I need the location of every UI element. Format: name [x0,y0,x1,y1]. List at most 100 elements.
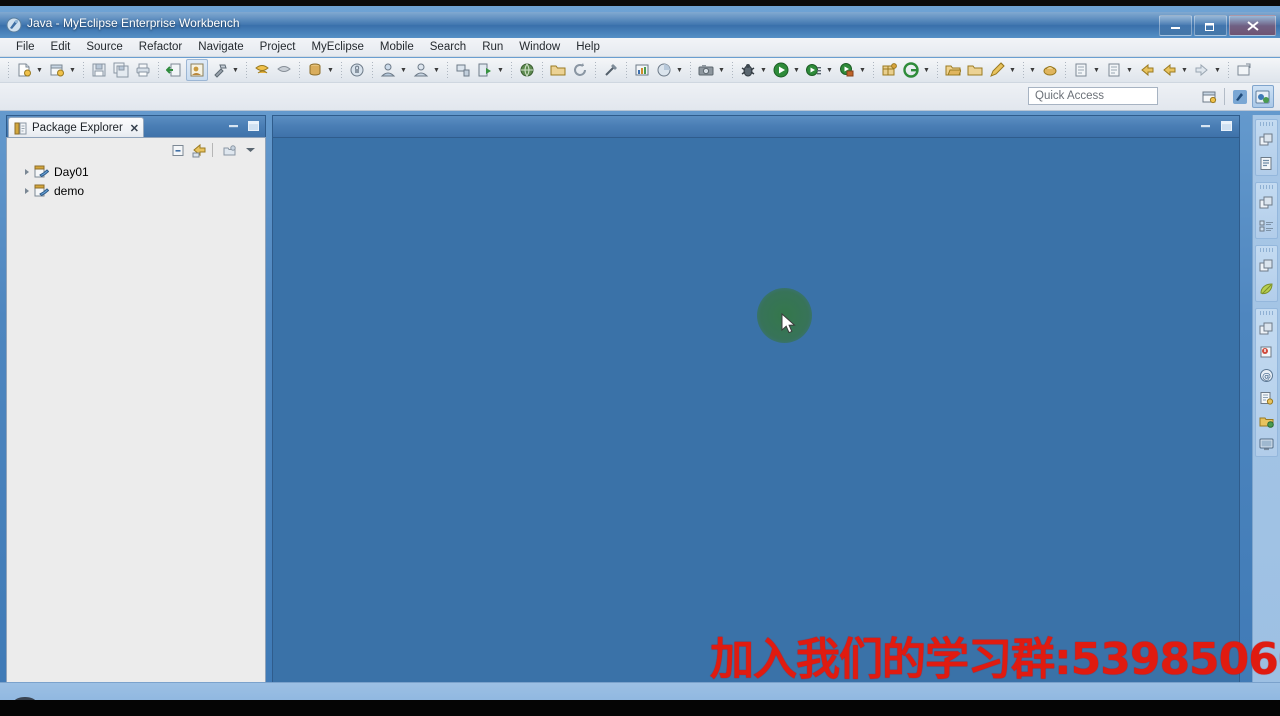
prev-anno-icon[interactable] [1104,60,1124,80]
minimize-icon[interactable] [227,119,240,137]
deploy-icon[interactable] [252,60,272,80]
user-alt-icon[interactable] [411,60,431,80]
menu-window[interactable]: Window [511,39,568,55]
print-icon[interactable] [133,60,153,80]
console-icon[interactable] [1257,434,1277,454]
drag-handle[interactable] [1259,311,1274,315]
chevron-down-icon[interactable]: ▼ [1092,60,1101,80]
chevron-down-icon[interactable]: ▼ [858,60,867,80]
generate-icon[interactable] [901,60,921,80]
menu-search[interactable]: Search [422,39,474,55]
chevron-down-icon[interactable]: ▼ [1125,60,1134,80]
camera-icon[interactable] [696,60,716,80]
run-config-icon[interactable] [804,60,824,80]
menu-mobile[interactable]: Mobile [372,39,422,55]
editor-icon[interactable] [186,59,208,81]
chevron-down-icon[interactable]: ▼ [399,60,408,80]
focus-icon[interactable] [220,141,238,159]
bug-icon[interactable] [738,60,758,80]
window-restore-button[interactable] [1194,15,1227,36]
save-icon[interactable] [89,60,109,80]
save-all-icon[interactable] [111,60,131,80]
package-icon[interactable] [879,60,899,80]
server-icon[interactable] [453,60,473,80]
perspective-java-button[interactable] [1252,85,1274,108]
chevron-down-icon[interactable]: ▼ [231,60,240,80]
window-minimize-button[interactable] [1159,15,1192,36]
maximize-icon[interactable] [1220,119,1233,137]
declaration-icon[interactable] [1257,388,1277,408]
chevron-down-icon[interactable]: ▼ [1028,60,1037,80]
secure-icon[interactable] [347,60,367,80]
new-project-icon[interactable] [47,60,67,80]
drag-handle[interactable] [1259,122,1274,126]
outline-icon[interactable] [1257,153,1277,173]
new-file-icon[interactable] [14,60,34,80]
menu-file[interactable]: File [8,39,43,55]
tab-package-explorer[interactable]: Package Explorer ✕ [8,117,144,138]
menu-run[interactable]: Run [474,39,511,55]
refresh-icon[interactable] [570,60,590,80]
leaf-icon[interactable] [1257,279,1277,299]
menu-edit[interactable]: Edit [43,39,79,55]
pencil-icon[interactable] [987,60,1007,80]
perspective-java-ee-button[interactable] [1230,86,1250,107]
globe-icon[interactable] [517,60,537,80]
folder-open-icon[interactable] [548,60,568,80]
servers-icon[interactable] [1257,411,1277,431]
chevron-down-icon[interactable]: ▼ [326,60,335,80]
menu-navigate[interactable]: Navigate [190,39,251,55]
chevron-down-icon[interactable]: ▼ [432,60,441,80]
chevron-right-icon[interactable] [21,187,32,194]
maximize-icon[interactable] [247,119,260,137]
chevron-right-icon[interactable] [21,168,32,175]
chevron-down-icon[interactable]: ▼ [792,60,801,80]
chevron-down-icon[interactable]: ▼ [922,60,931,80]
chevron-down-icon[interactable]: ▼ [1180,60,1189,80]
menu-refactor[interactable]: Refactor [131,39,190,55]
run-server-icon[interactable] [475,60,495,80]
report-icon[interactable] [632,60,652,80]
editor-canvas[interactable] [272,137,1240,683]
collapse-all-icon[interactable] [169,141,187,159]
profile-icon[interactable] [837,60,857,80]
close-icon[interactable]: ✕ [130,122,139,135]
next-anno-icon[interactable] [1071,60,1091,80]
link-editor-icon[interactable] [190,141,208,159]
run-icon[interactable] [771,60,791,80]
tools-icon[interactable] [1040,60,1060,80]
back-arrow-icon[interactable] [1137,60,1157,80]
chevron-down-icon[interactable]: ▼ [1213,60,1222,80]
undeploy-icon[interactable] [274,60,294,80]
search-input[interactable]: Quick Access [1028,87,1158,105]
menu-myeclipse[interactable]: MyEclipse [303,39,371,55]
view-menu-icon[interactable] [241,141,259,159]
chevron-down-icon[interactable]: ▼ [35,60,44,80]
chevron-down-icon[interactable]: ▼ [675,60,684,80]
next-edit-icon[interactable] [1192,60,1212,80]
chevron-down-icon[interactable]: ▼ [68,60,77,80]
restore-icon[interactable] [1257,193,1277,213]
open-folder2-icon[interactable] [965,60,985,80]
problems-icon[interactable] [1257,342,1277,362]
chevron-down-icon[interactable]: ▼ [825,60,834,80]
at-icon[interactable]: @ [1257,365,1277,385]
chevron-down-icon[interactable]: ▼ [717,60,726,80]
user-icon[interactable] [378,60,398,80]
restore-icon[interactable] [1257,256,1277,276]
coverage-icon[interactable] [654,60,674,80]
open-type-icon[interactable] [164,60,184,80]
minimize-icon[interactable] [1199,119,1212,137]
chevron-down-icon[interactable]: ▼ [496,60,505,80]
menu-project[interactable]: Project [252,39,304,55]
tree-item-demo[interactable]: demo [7,181,265,200]
task-list-icon[interactable] [1257,216,1277,236]
open-folder-icon[interactable] [943,60,963,80]
open-perspective-icon[interactable] [1199,86,1219,107]
pin-editor-icon[interactable] [1234,60,1254,80]
tree-item-day01[interactable]: Day01 [7,162,265,181]
chevron-down-icon[interactable]: ▼ [759,60,768,80]
chevron-down-icon[interactable]: ▼ [1008,60,1017,80]
restore-icon[interactable] [1257,319,1277,339]
menu-help[interactable]: Help [568,39,608,55]
